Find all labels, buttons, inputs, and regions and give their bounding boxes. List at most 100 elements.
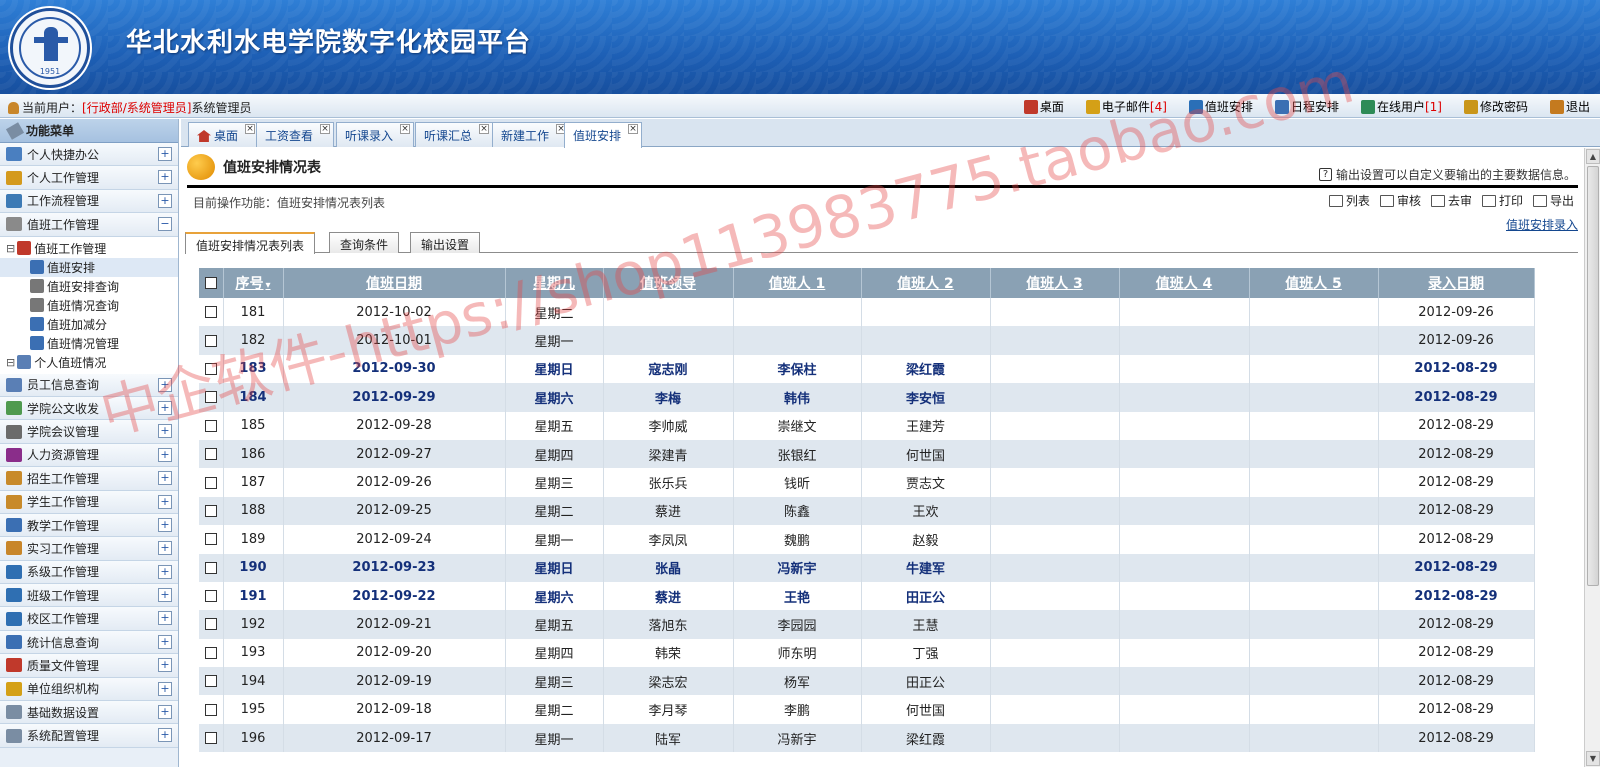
toplink-key[interactable]: 修改密码 xyxy=(1463,98,1528,115)
expand-icon[interactable]: + xyxy=(158,588,172,603)
expand-icon[interactable]: + xyxy=(158,447,172,462)
column-header[interactable]: 值班人 2 xyxy=(861,268,991,298)
toplink-exit[interactable]: 退出 xyxy=(1549,98,1590,115)
expand-icon[interactable]: + xyxy=(158,170,172,185)
vertical-scrollbar[interactable]: ▲ ▼ xyxy=(1584,148,1600,767)
expand-icon[interactable]: + xyxy=(158,400,172,415)
expand-icon[interactable]: + xyxy=(158,705,172,720)
row-checkbox[interactable] xyxy=(204,476,217,489)
sidebar-item-intern[interactable]: 实习工作管理 + xyxy=(0,537,178,561)
row-checkbox[interactable] xyxy=(204,618,217,631)
sidebar-item-docs[interactable]: 学院公文收发 + xyxy=(0,396,178,421)
tree-node[interactable]: 值班情况查询 xyxy=(0,296,178,315)
tree-node[interactable]: 值班情况管理 xyxy=(0,334,178,353)
expand-icon[interactable]: + xyxy=(158,147,172,161)
sidebar-item-people[interactable]: 值班工作管理 − xyxy=(0,213,178,237)
subtab-2[interactable]: 输出设置 xyxy=(410,232,481,253)
table-row[interactable]: 188 2012-09-25 星期二 蔡进 陈鑫 王欢 2012-08-29 xyxy=(199,496,1535,526)
action-list[interactable]: 列表 xyxy=(1328,192,1370,209)
toplink-chart[interactable]: 值班安排 xyxy=(1188,98,1253,115)
sidebar-item-edit[interactable]: 个人工作管理 + xyxy=(0,166,178,190)
sidebar-item-meeting[interactable]: 学院会议管理 + xyxy=(0,420,178,444)
tree-node[interactable]: ⊟ 值班工作管理 xyxy=(0,239,178,258)
row-checkbox[interactable] xyxy=(204,732,217,745)
row-checkbox[interactable] xyxy=(204,533,217,546)
expand-icon[interactable]: + xyxy=(158,424,172,439)
table-row[interactable]: 183 2012-09-30 星期日 寇志刚 李保柱 梁红霞 2012-08-29 xyxy=(199,354,1535,384)
duty-entry-link[interactable]: 值班安排录入 xyxy=(1506,216,1578,233)
close-icon[interactable]: × xyxy=(628,124,639,134)
close-icon[interactable]: × xyxy=(245,124,256,134)
expand-icon[interactable]: + xyxy=(158,611,172,626)
column-header[interactable]: 值班领导 xyxy=(603,268,734,298)
expand-icon[interactable]: + xyxy=(158,517,172,532)
row-checkbox[interactable] xyxy=(204,561,217,574)
subtab-0[interactable]: 值班安排情况表列表 xyxy=(185,232,316,254)
expand-icon[interactable]: + xyxy=(158,658,172,673)
tab-5[interactable]: 值班安排 × xyxy=(564,122,643,148)
column-header[interactable]: 值班人 4 xyxy=(1119,268,1250,298)
sidebar-item-flow[interactable]: 工作流程管理 + xyxy=(0,189,178,214)
scroll-up-arrow-icon[interactable]: ▲ xyxy=(1586,149,1600,164)
tree-node[interactable]: 值班加减分 xyxy=(0,315,178,334)
sidebar-item-stats[interactable]: 统计信息查询 + xyxy=(0,630,178,655)
column-header[interactable]: 值班人 5 xyxy=(1249,268,1379,298)
table-row[interactable]: 186 2012-09-27 星期四 梁建青 张银红 何世国 2012-08-29 xyxy=(199,439,1535,469)
expand-icon[interactable]: + xyxy=(158,494,172,509)
close-icon[interactable]: × xyxy=(320,124,331,134)
row-checkbox[interactable] xyxy=(204,362,217,375)
column-header[interactable]: 值班人 1 xyxy=(733,268,862,298)
table-row[interactable]: 189 2012-09-24 星期一 李凤凤 魏鹏 赵毅 2012-08-29 xyxy=(199,525,1535,554)
toplink-clock[interactable]: 日程安排 xyxy=(1274,98,1339,115)
expand-icon[interactable]: + xyxy=(158,681,172,696)
close-icon[interactable]: × xyxy=(479,124,490,134)
sidebar-item-quality[interactable]: 质量文件管理 + xyxy=(0,654,178,678)
expand-icon[interactable]: + xyxy=(158,564,172,579)
tree-node[interactable]: 值班安排查询 xyxy=(0,277,178,296)
close-icon[interactable]: × xyxy=(400,124,411,134)
action-export[interactable]: 导出 xyxy=(1532,192,1574,209)
table-row[interactable]: 190 2012-09-23 星期日 张晶 冯新宇 牛建军 2012-08-29 xyxy=(199,553,1535,582)
sidebar-item-tools[interactable]: 基础数据设置 + xyxy=(0,701,178,725)
toplink-home[interactable]: 桌面 xyxy=(1023,98,1064,115)
sidebar-item-enroll[interactable]: 招生工作管理 + xyxy=(0,467,178,491)
column-header[interactable]: 星期几 xyxy=(505,268,604,298)
expand-icon[interactable]: + xyxy=(158,193,172,208)
row-checkbox[interactable] xyxy=(204,419,217,432)
expand-icon[interactable]: + xyxy=(158,471,172,486)
table-row[interactable]: 195 2012-09-18 星期二 李月琴 李鹏 何世国 2012-08-29 xyxy=(199,695,1535,724)
help-icon[interactable]: ? xyxy=(1318,168,1332,181)
tab-0[interactable]: 桌面 × xyxy=(188,122,260,147)
column-header[interactable]: 录入日期 xyxy=(1378,268,1535,298)
table-row[interactable]: 196 2012-09-17 星期一 陆军 冯新宇 梁红霞 2012-08-29 xyxy=(199,723,1535,753)
collapse-icon[interactable]: − xyxy=(158,217,172,232)
sidebar-item-user[interactable]: 员工信息查询 + xyxy=(0,373,178,397)
row-checkbox[interactable] xyxy=(204,391,217,404)
expand-icon[interactable]: + xyxy=(158,634,172,649)
expand-icon[interactable]: + xyxy=(158,728,172,743)
scroll-thumb[interactable] xyxy=(1587,166,1599,586)
row-checkbox[interactable] xyxy=(204,448,217,461)
tree-node[interactable]: 值班安排 xyxy=(0,257,178,277)
sidebar-item-student[interactable]: 学生工作管理 + xyxy=(0,490,178,514)
row-checkbox[interactable] xyxy=(204,675,217,688)
toplink-users[interactable]: 在线用户 [1] xyxy=(1360,98,1442,115)
table-row[interactable]: 192 2012-09-21 星期五 落旭东 李园园 王慧 2012-08-29 xyxy=(199,610,1535,639)
sidebar-item-monitor[interactable]: 系级工作管理 + xyxy=(0,560,178,585)
action-print[interactable]: 打印 xyxy=(1481,192,1523,209)
tree-node[interactable]: ⊟ 个人值班情况 xyxy=(0,353,178,372)
sidebar-item-hr[interactable]: 人力资源管理 + xyxy=(0,443,178,468)
table-row[interactable]: 193 2012-09-20 星期四 韩荣 师东明 丁强 2012-08-29 xyxy=(199,638,1535,668)
toplink-mail[interactable]: 电子邮件 [4] xyxy=(1085,98,1167,115)
subtab-1[interactable]: 查询条件 xyxy=(329,232,400,253)
row-checkbox[interactable] xyxy=(204,504,217,517)
tree-toggle-icon[interactable]: ⊟ xyxy=(6,356,15,369)
tab-1[interactable]: 工资查看 × xyxy=(256,122,335,147)
sidebar-item-org[interactable]: 单位组织机构 + xyxy=(0,677,178,702)
row-checkbox[interactable] xyxy=(204,646,217,659)
table-row[interactable]: 184 2012-09-29 星期六 李梅 韩伟 李安恒 2012-08-29 xyxy=(199,383,1535,412)
select-all-checkbox[interactable] xyxy=(204,277,217,289)
sidebar-item-desk[interactable]: 个人快捷办公 + xyxy=(0,143,178,167)
expand-icon[interactable]: + xyxy=(158,377,172,392)
row-checkbox[interactable] xyxy=(204,590,217,603)
